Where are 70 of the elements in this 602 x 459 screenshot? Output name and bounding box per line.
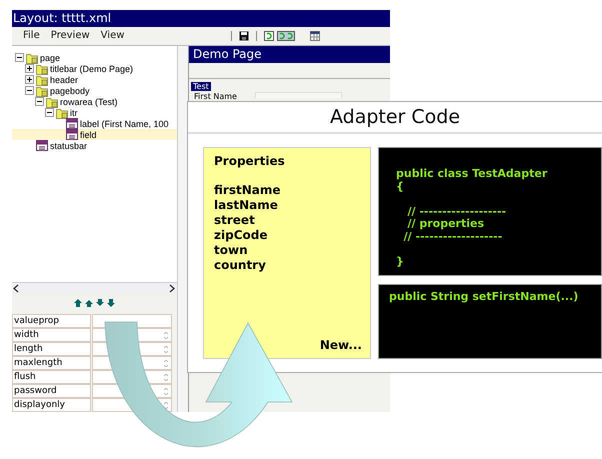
tree-label: field: [80, 130, 97, 140]
method-code-block: public String setFirstName(...): [378, 284, 602, 359]
move-up-icon[interactable]: [85, 298, 93, 307]
folder-icon: [36, 84, 48, 96]
properties-heading: Properties: [214, 154, 286, 168]
property-name: valueprop: [12, 314, 91, 328]
tree-item[interactable]: titlebar (Demo Page): [12, 63, 177, 74]
expand-toggle[interactable]: [15, 53, 24, 62]
grid-icon[interactable]: [310, 31, 320, 41]
property-name: flush: [12, 370, 91, 384]
property-item: zipCode: [214, 228, 268, 243]
property-name: maxlength: [12, 356, 91, 370]
property-name: width: [12, 328, 91, 342]
class-code-block: public class TestAdapter { // ------------------- // properties // ------------------- }: [378, 147, 602, 276]
tree-label: page: [40, 52, 60, 62]
scroll-right-icon[interactable]: [167, 284, 177, 293]
window-title: Layout: ttttt.xml: [12, 10, 390, 27]
folder-icon: [46, 96, 58, 108]
property-name: password: [12, 384, 91, 398]
move-top-icon[interactable]: [74, 298, 82, 307]
tree-label: statusbar: [50, 140, 88, 150]
page-title-bar: Demo Page: [189, 46, 390, 63]
tree-label: label (First Name, 100: [80, 118, 169, 128]
move-down-icon[interactable]: [96, 298, 104, 307]
property-item: firstName: [214, 183, 282, 198]
property-name: length: [12, 342, 91, 356]
refresh-all-icon[interactable]: [277, 31, 295, 41]
tree-label: header: [50, 74, 78, 84]
menu-item[interactable]: View: [100, 29, 124, 43]
tree-item[interactable]: statusbar: [12, 140, 177, 151]
menu-item[interactable]: File: [23, 29, 40, 43]
tree-label: itr: [70, 108, 78, 118]
tree-label: titlebar (Demo Page): [50, 64, 134, 74]
expand-toggle[interactable]: [25, 75, 34, 84]
property-item: country: [214, 258, 267, 273]
tree-item[interactable]: pagebody: [12, 85, 177, 96]
refresh-icon[interactable]: [264, 31, 274, 41]
element-icon: [66, 129, 78, 140]
element-icon: [66, 118, 78, 129]
folder-icon: [26, 52, 38, 64]
vertical-scrollbar[interactable]: [177, 46, 188, 412]
expand-toggle[interactable]: [25, 86, 34, 95]
property-item: lastName: [214, 198, 279, 213]
expand-toggle[interactable]: [35, 97, 44, 106]
tree-item[interactable]: itr: [12, 107, 177, 118]
tree-item[interactable]: rowarea (Test): [12, 96, 177, 107]
horizontal-scrollbar[interactable]: [12, 282, 177, 294]
field-label: First Name: [194, 92, 237, 101]
input-field[interactable]: [254, 92, 342, 98]
new-link[interactable]: New...: [320, 338, 362, 352]
element-icon: [36, 140, 48, 151]
expand-toggle[interactable]: [25, 64, 34, 73]
tree-item[interactable]: page: [12, 52, 177, 63]
tree-label: rowarea (Test): [60, 96, 118, 106]
expand-toggle[interactable]: [45, 108, 54, 117]
property-name: displayonly: [12, 398, 91, 412]
panel-title: Adapter Code: [188, 102, 602, 134]
tree-item[interactable]: field: [12, 129, 177, 140]
group-label: Test: [191, 82, 211, 91]
property-item: street: [214, 213, 256, 228]
tree-item[interactable]: label (First Name, 100: [12, 118, 177, 129]
folder-icon: [36, 62, 48, 74]
move-bottom-icon[interactable]: [107, 298, 115, 307]
folder-icon: [36, 74, 48, 86]
tree-label: pagebody: [50, 86, 90, 96]
tree-item[interactable]: header: [12, 74, 177, 85]
property-item: town: [214, 243, 249, 258]
menu-item[interactable]: Preview: [50, 29, 90, 43]
save-icon[interactable]: [239, 31, 249, 41]
folder-icon: [56, 106, 68, 118]
